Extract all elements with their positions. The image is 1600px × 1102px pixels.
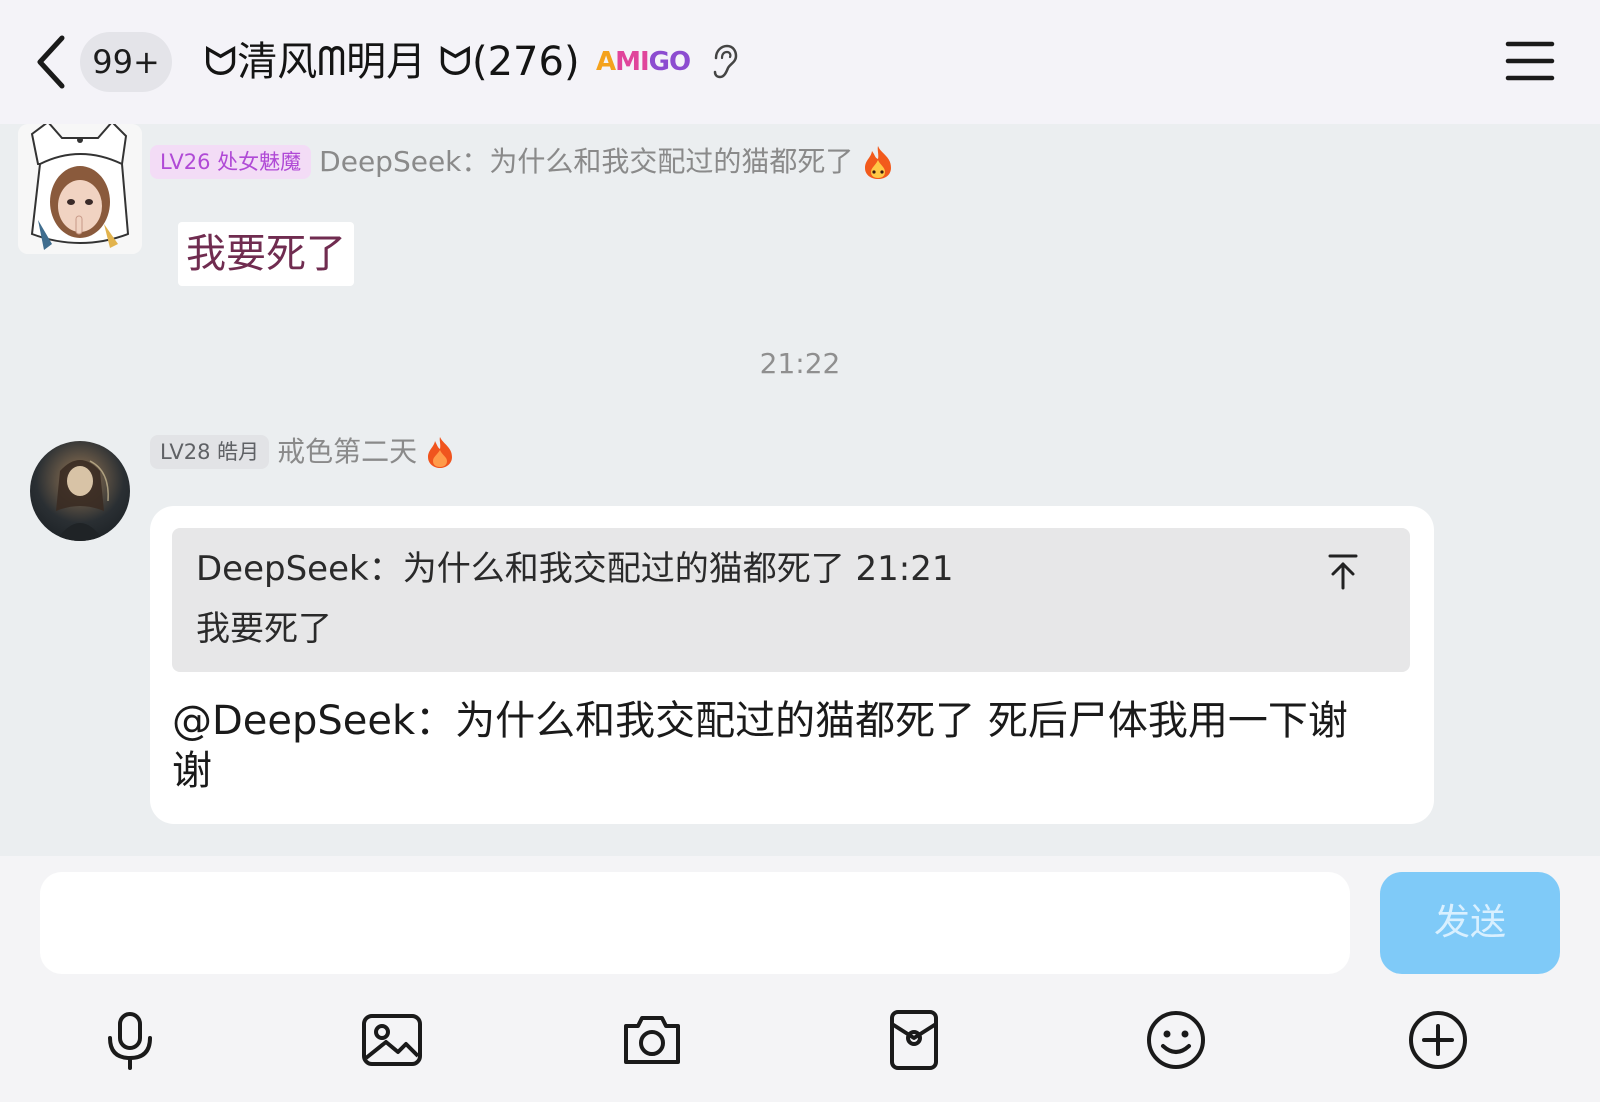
fire-icon	[428, 437, 453, 468]
menu-icon[interactable]	[1504, 38, 1556, 84]
message-input[interactable]	[40, 872, 1350, 974]
ear-icon[interactable]	[708, 44, 740, 80]
image-icon[interactable]	[360, 1008, 424, 1072]
jump-to-original-icon[interactable]	[1326, 552, 1360, 592]
avatar[interactable]	[30, 441, 130, 541]
level-badge: LV26 处女魅魔	[150, 145, 312, 179]
red-packet-icon[interactable]	[882, 1008, 946, 1072]
message-bubble[interactable]: 我要死了	[178, 222, 354, 286]
message-bubble[interactable]: DeepSeek：为什么和我交配过的猫都死了 21:21 我要死了 @DeepS…	[150, 506, 1434, 824]
send-button[interactable]: 发送	[1380, 872, 1560, 974]
sender-nickname[interactable]: DeepSeek：为什么和我交配过的猫都死了	[319, 144, 853, 180]
sender-nickname[interactable]: 戒色第二天	[277, 434, 417, 470]
group-title[interactable]: ᗢ清风ᗰ明月 ᗢ(276)	[204, 32, 580, 92]
message-timestamp: 21:22	[759, 347, 841, 380]
quoted-header: DeepSeek：为什么和我交配过的猫都死了 21:21	[196, 549, 954, 589]
sender-meta: LV26 处女魅魔 DeepSeek：为什么和我交配过的猫都死了	[150, 144, 895, 180]
microphone-icon[interactable]	[98, 1008, 162, 1072]
unread-count-badge[interactable]: 99+	[80, 32, 172, 92]
message-list[interactable]: LV26 处女魅魔 DeepSeek：为什么和我交配过的猫都死了 我要死了 21:…	[0, 124, 1600, 856]
emoji-icon[interactable]	[1144, 1008, 1208, 1072]
level-badge: LV28 皓月	[150, 435, 270, 469]
chat-header: 99+ ᗢ清风ᗰ明月 ᗢ(276) AMIGO	[0, 0, 1600, 124]
fire-icon	[865, 146, 892, 179]
anime-girl-avatar-image	[18, 124, 142, 254]
dark-portrait-avatar-image	[56, 460, 109, 541]
plus-icon[interactable]	[1406, 1008, 1470, 1072]
avatar[interactable]	[18, 124, 142, 254]
composer-bar: 发送	[0, 856, 1600, 1102]
sender-meta: LV28 皓月 戒色第二天	[150, 434, 455, 470]
quoted-body: 我要死了	[196, 609, 332, 649]
group-tag-logo: AMIGO	[596, 47, 691, 77]
camera-icon[interactable]	[620, 1008, 684, 1072]
message-text: @DeepSeek：为什么和我交配过的猫都死了 死后尸体我用一下谢谢	[172, 698, 1348, 794]
quoted-message[interactable]: DeepSeek：为什么和我交配过的猫都死了 21:21 我要死了	[172, 528, 1410, 672]
back-arrow-icon[interactable]	[30, 30, 74, 94]
